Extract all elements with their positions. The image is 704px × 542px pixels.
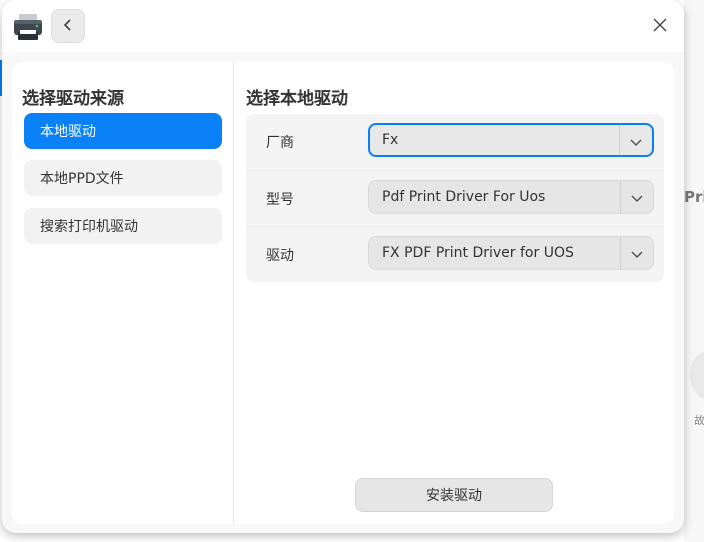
local-driver-title: 选择本地驱动 [246,89,348,109]
driver-value: FX PDF Print Driver for UOS [382,245,574,261]
printer-icon [12,12,44,42]
combo-separator [620,181,621,213]
driver-source-panel: 选择驱动来源 本地驱动 本地PPD文件 搜索打印机驱动 [12,62,234,524]
driver-row: 驱动 FX PDF Print Driver for UOS [246,226,664,282]
back-button[interactable] [51,9,85,43]
chevron-down-icon [629,190,645,206]
vendor-label: 厂商 [266,135,294,151]
chevron-left-icon [62,17,74,36]
close-icon [653,17,667,36]
titlebar [2,0,684,52]
vendor-value: Fx [382,132,399,148]
source-item-label: 本地驱动 [40,124,96,140]
driver-form: 厂商 Fx 型号 Pdf Print Driver For Uos 驱动 FX … [246,114,664,282]
background-window [684,0,704,542]
driver-dialog: 选择驱动来源 本地驱动 本地PPD文件 搜索打印机驱动 选择本地驱动 厂商 Fx [2,0,684,533]
dialog-content: 选择驱动来源 本地驱动 本地PPD文件 搜索打印机驱动 选择本地驱动 厂商 Fx [12,62,674,524]
source-item-label: 本地PPD文件 [40,171,124,187]
vendor-combobox[interactable]: Fx [368,123,654,157]
background-partial-label: 故 [694,414,704,427]
driver-label: 驱动 [266,248,294,264]
combo-separator [620,237,621,269]
source-item-label: 搜索打印机驱动 [40,219,138,235]
driver-combobox[interactable]: FX PDF Print Driver for UOS [368,236,654,270]
source-item-search-driver[interactable]: 搜索打印机驱动 [24,208,222,244]
model-row: 型号 Pdf Print Driver For Uos [246,170,664,226]
model-value: Pdf Print Driver For Uos [382,189,546,205]
panel-divider [233,62,234,524]
driver-source-title: 选择驱动来源 [22,89,124,109]
source-item-local-driver[interactable]: 本地驱动 [24,113,222,149]
chevron-down-icon [628,134,644,150]
chevron-down-icon [629,246,645,262]
vendor-row: 厂商 Fx [246,114,664,170]
source-item-local-ppd[interactable]: 本地PPD文件 [24,160,222,196]
background-partial-text: Pri [684,188,704,206]
model-label: 型号 [266,192,294,208]
close-button[interactable] [648,14,672,38]
model-combobox[interactable]: Pdf Print Driver For Uos [368,180,654,214]
install-driver-button[interactable]: 安装驱动 [355,478,553,512]
combo-separator [619,125,620,155]
